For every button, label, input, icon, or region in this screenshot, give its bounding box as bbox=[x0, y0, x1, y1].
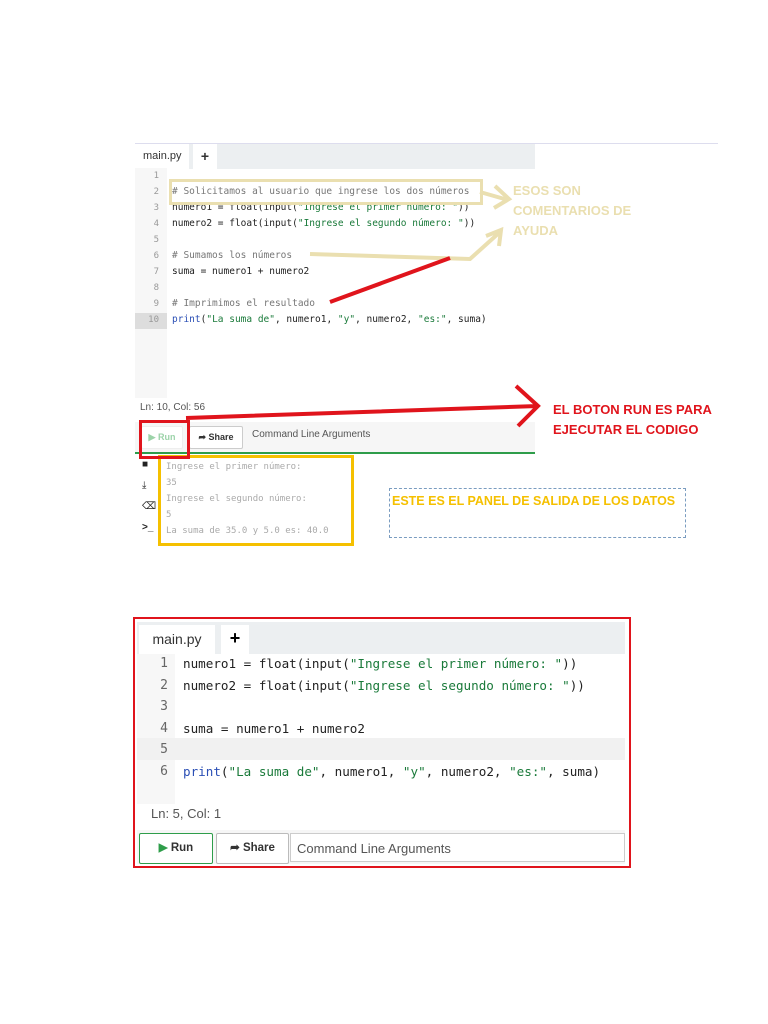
screenshot-frame bbox=[133, 617, 631, 868]
annotation-help: ESOS SON COMENTARIOS DE AYUDA bbox=[513, 183, 632, 238]
red-line bbox=[329, 256, 451, 304]
red-arrow bbox=[185, 384, 541, 428]
annotation-arrows bbox=[185, 184, 541, 428]
annotation-output: ESTE ES EL PANEL DE SALIDA DE LOS DATOS bbox=[392, 494, 676, 508]
beige-arrow-1 bbox=[479, 184, 513, 210]
annotation-run: EL BOTON RUN ES PARA EJECUTAR EL CODIGO bbox=[553, 402, 712, 437]
document-page: main.py + 1 2 # Solicitamos al usuario que… bbox=[0, 0, 768, 1024]
beige-arrow-2 bbox=[309, 226, 504, 262]
